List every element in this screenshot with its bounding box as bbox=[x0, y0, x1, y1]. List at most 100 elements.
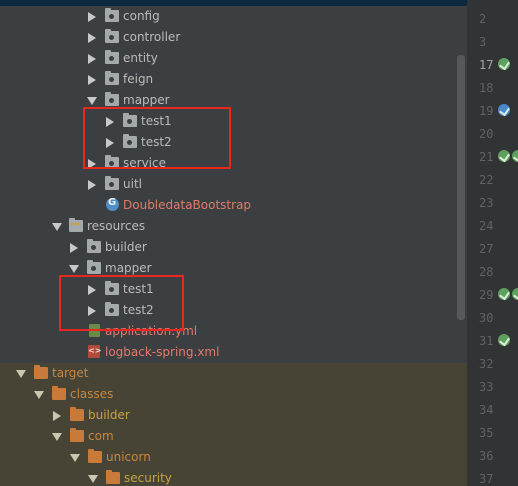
tree-row-test1[interactable]: test1 bbox=[0, 111, 467, 132]
line-number: 18 bbox=[479, 81, 494, 95]
tree-label-resources: resources bbox=[87, 219, 146, 233]
line-number: 34 bbox=[479, 403, 494, 417]
expand-arrow-icon[interactable] bbox=[88, 54, 96, 64]
package-folder-icon bbox=[105, 92, 119, 106]
tree-label-feign: feign bbox=[123, 72, 154, 86]
tree-label-unicorn: unicorn bbox=[106, 450, 151, 464]
tree-row-feign[interactable]: feign bbox=[0, 69, 467, 90]
tree-row-controller[interactable]: controller bbox=[0, 27, 467, 48]
tree-label-doubledatabootstrap: DoubledataBootstrap bbox=[123, 198, 252, 212]
excluded-folder-icon bbox=[52, 386, 66, 400]
expand-arrow-icon[interactable] bbox=[53, 411, 61, 421]
line-number: 2 bbox=[479, 12, 487, 26]
resources-folder-icon bbox=[69, 218, 83, 232]
tree-label-classes: classes bbox=[70, 387, 114, 401]
tree-label-target: target bbox=[52, 366, 89, 380]
collapse-arrow-icon[interactable] bbox=[70, 454, 80, 462]
line-number: 37 bbox=[479, 472, 494, 486]
collapse-arrow-icon[interactable] bbox=[88, 475, 98, 483]
tree-row-builder-target[interactable]: builder bbox=[0, 405, 467, 426]
excluded-folder-icon bbox=[34, 365, 48, 379]
tree-row-config[interactable]: config bbox=[0, 6, 467, 29]
highlight-box-resources-mapper bbox=[59, 275, 184, 331]
line-number: 21 bbox=[479, 150, 494, 164]
implementation-gutter-icon[interactable] bbox=[498, 334, 510, 346]
line-number: 28 bbox=[479, 265, 494, 279]
line-number: 31 bbox=[479, 334, 494, 348]
line-number: 27 bbox=[479, 242, 494, 256]
tree-row-resources[interactable]: resources bbox=[0, 216, 467, 237]
spring-boot-class-icon bbox=[106, 197, 119, 211]
line-number: 17 bbox=[479, 58, 494, 72]
project-tree: config controller entity feign mapper te… bbox=[0, 0, 467, 486]
excluded-folder-icon bbox=[106, 470, 120, 484]
collapse-arrow-icon[interactable] bbox=[87, 97, 97, 105]
tree-row-doubledatabootstrap[interactable]: DoubledataBootstrap bbox=[0, 195, 467, 216]
tree-label-security: security bbox=[124, 471, 172, 485]
tree-row-unicorn[interactable]: unicorn bbox=[0, 447, 467, 468]
expand-arrow-icon[interactable] bbox=[88, 180, 96, 190]
bean-gutter-icon[interactable] bbox=[498, 104, 510, 116]
expand-arrow-icon[interactable] bbox=[70, 243, 78, 253]
tree-label-controller: controller bbox=[123, 30, 181, 44]
line-number: 30 bbox=[479, 311, 494, 325]
tree-row-com[interactable]: com bbox=[0, 426, 467, 447]
tree-row-classes[interactable]: classes bbox=[0, 384, 467, 405]
tree-row-builder[interactable]: builder bbox=[0, 237, 467, 258]
tree-label-mapper: mapper bbox=[105, 261, 152, 275]
implementation-gutter-icon[interactable] bbox=[512, 150, 518, 162]
tree-label-logback-spring-xml: logback-spring.xml bbox=[105, 345, 220, 359]
excluded-folder-icon bbox=[70, 428, 84, 442]
line-number: 3 bbox=[479, 35, 487, 49]
implementation-gutter-icon[interactable] bbox=[498, 288, 510, 300]
editor-gutter: 2 3 17 18 19 20 21 22 23 24 27 28 29 30 … bbox=[467, 0, 518, 486]
expand-arrow-icon[interactable] bbox=[88, 75, 96, 85]
line-number: 29 bbox=[479, 288, 494, 302]
tree-row-security[interactable]: security bbox=[0, 468, 467, 486]
line-number: 36 bbox=[479, 449, 494, 463]
collapse-arrow-icon[interactable] bbox=[69, 265, 79, 273]
tree-row-service[interactable]: service bbox=[0, 153, 467, 174]
folder-icon bbox=[87, 239, 101, 253]
package-folder-icon bbox=[105, 50, 119, 64]
tree-label-uitl: uitl bbox=[123, 177, 142, 191]
collapse-arrow-icon[interactable] bbox=[34, 391, 44, 399]
folder-icon bbox=[87, 260, 101, 274]
tree-row-uitl[interactable]: uitl bbox=[0, 174, 467, 195]
tree-row-target[interactable]: target bbox=[0, 363, 467, 384]
line-number: 23 bbox=[479, 196, 494, 210]
tree-row-test2[interactable]: test2 bbox=[0, 132, 467, 153]
line-number: 22 bbox=[479, 173, 494, 187]
package-folder-icon bbox=[105, 8, 119, 22]
line-number: 24 bbox=[479, 219, 494, 233]
tree-label-builder: builder bbox=[105, 240, 147, 254]
tree-label-mapper: mapper bbox=[123, 93, 170, 107]
collapse-arrow-icon[interactable] bbox=[52, 433, 62, 441]
implementation-gutter-icon[interactable] bbox=[512, 288, 518, 300]
tree-row-logback-spring-xml[interactable]: logback-spring.xml bbox=[0, 342, 467, 363]
tree-label-com: com bbox=[88, 429, 114, 443]
tree-scrollbar[interactable] bbox=[457, 55, 465, 320]
tree-label-config: config bbox=[123, 9, 160, 23]
package-folder-icon bbox=[105, 71, 119, 85]
xml-file-icon bbox=[88, 345, 101, 358]
tree-row-entity[interactable]: entity bbox=[0, 48, 467, 69]
tree-row-mapper[interactable]: mapper bbox=[0, 90, 467, 111]
package-folder-icon bbox=[105, 29, 119, 43]
collapse-arrow-icon[interactable] bbox=[52, 223, 62, 231]
package-folder-icon bbox=[105, 176, 119, 190]
expand-arrow-icon[interactable] bbox=[88, 12, 96, 22]
line-number: 33 bbox=[479, 380, 494, 394]
implementation-gutter-icon[interactable] bbox=[498, 150, 510, 162]
implementation-gutter-icon[interactable] bbox=[498, 58, 510, 70]
excluded-folder-icon bbox=[70, 407, 84, 421]
highlight-box-java-mapper bbox=[83, 107, 231, 169]
line-number: 20 bbox=[479, 127, 494, 141]
tree-label-builder: builder bbox=[88, 408, 130, 422]
line-number: 35 bbox=[479, 426, 494, 440]
line-number: 32 bbox=[479, 357, 494, 371]
expand-arrow-icon[interactable] bbox=[88, 33, 96, 43]
collapse-arrow-icon[interactable] bbox=[16, 370, 26, 378]
excluded-folder-icon bbox=[88, 449, 102, 463]
tree-label-entity: entity bbox=[123, 51, 158, 65]
